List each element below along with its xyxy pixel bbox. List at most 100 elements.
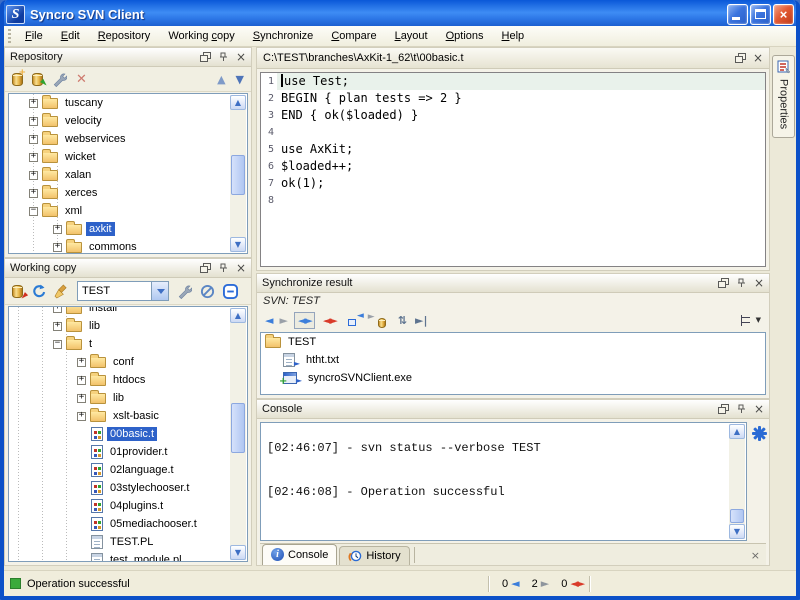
console-output[interactable]: [02:46:07] - svn status --verbose TEST [… [260,422,747,541]
expander-icon[interactable] [53,322,62,331]
move-up-icon[interactable]: ▲ [217,73,225,86]
clear-console-icon[interactable] [752,426,767,446]
menu-synchronize[interactable]: Synchronize [244,28,323,44]
float-icon[interactable] [200,52,211,62]
menu-grip[interactable] [7,29,12,43]
tree-item[interactable]: test_module.pl [9,551,247,562]
tree-item[interactable]: conf [9,353,247,371]
expander-icon[interactable] [29,117,38,126]
scroll-down-icon[interactable]: ▼ [230,545,246,560]
code-line[interactable]: 2BEGIN { plan tests => 2 } [261,90,765,107]
scroll-up-icon[interactable]: ▲ [729,424,745,439]
incoming-arrow-icon[interactable]: ◄ [265,314,271,327]
float-icon[interactable] [735,53,746,63]
pin-icon[interactable] [218,263,229,274]
close-panel-icon[interactable]: × [754,278,764,288]
menu-help[interactable]: Help [493,28,534,44]
close-panel-icon[interactable]: × [754,404,764,414]
tree-item[interactable]: xalan [9,166,247,184]
pin-icon[interactable] [218,52,229,63]
next-change-icon[interactable]: ►| [415,314,427,327]
code-line[interactable]: 6$loaded++; [261,158,765,175]
close-panel-icon[interactable]: × [236,52,246,62]
tree-item[interactable]: 04plugins.t [9,497,247,515]
commit-icon[interactable]: ► [12,285,23,298]
tree-item[interactable]: ►htht.txt [261,351,765,369]
tree-item[interactable]: install [9,306,247,317]
scroll-up-icon[interactable]: ▲ [230,95,246,110]
tree-item[interactable]: t [9,335,247,353]
menu-layout[interactable]: Layout [386,28,437,44]
wrench-icon[interactable] [177,284,192,299]
scroll-down-icon[interactable]: ▼ [230,237,246,252]
menu-working-copy[interactable]: Working copy [159,28,243,44]
wrench-icon[interactable] [52,72,67,87]
tree-item[interactable]: TEST.PL [9,533,247,551]
tree-item[interactable]: lib [9,389,247,407]
tree-item[interactable]: xerces [9,184,247,202]
expander-icon[interactable] [53,306,62,313]
close-tab-icon[interactable]: × [751,549,760,565]
expander-icon[interactable] [53,243,62,252]
scroll-thumb[interactable] [231,403,245,453]
in-out-arrow-icon[interactable]: ◄► [294,312,315,329]
conflict-arrow-icon[interactable]: ◄► [323,314,336,327]
float-icon[interactable] [718,404,729,414]
code-line[interactable]: 4 [261,124,765,141]
tree-item[interactable]: htdocs [9,371,247,389]
working-copy-panel-header[interactable]: Working copy × [5,259,251,278]
close-panel-icon[interactable]: × [236,263,246,273]
tree-item[interactable]: 02language.t [9,461,247,479]
scroll-down-icon[interactable]: ▼ [729,524,745,539]
close-button[interactable]: × [773,4,794,25]
code-editor[interactable]: 1use Test; 2BEGIN { plan tests => 2 } 3E… [260,72,766,267]
properties-tab[interactable]: Properties [772,55,795,138]
code-line[interactable]: 3END { ok($loaded) } [261,107,765,124]
tree-item-selected[interactable]: 00basic.t [9,425,247,443]
close-editor-icon[interactable]: × [753,53,763,63]
tree-item[interactable]: 05mediachooser.t [9,515,247,533]
tree-item[interactable]: velocity [9,112,247,130]
code-line[interactable]: 5use AxKit; [261,141,765,158]
tree-view-toggle[interactable]: ▼ [741,315,761,326]
tree-item[interactable]: +►syncroSVNClient.exe [261,369,765,387]
code-line[interactable]: 8 [261,192,765,209]
menu-compare[interactable]: Compare [322,28,385,44]
remove-icon[interactable]: ✕ [76,73,87,86]
editor-header[interactable]: C:\TEST\branches\AxKit-1_62\t\00basic.t … [257,48,769,69]
repository-scrollbar[interactable]: ▲ ▼ [230,95,246,252]
maximize-button[interactable] [750,4,771,25]
chevron-down-icon[interactable] [151,282,168,300]
tree-item[interactable]: lib [9,317,247,335]
pin-icon[interactable] [736,278,747,289]
collapse-all-icon[interactable] [223,284,238,299]
console-panel-header[interactable]: Console × [257,400,769,419]
expander-icon[interactable] [53,340,62,349]
expander-icon[interactable] [29,99,38,108]
checkout-icon[interactable]: ► [32,73,43,86]
expander-icon[interactable] [29,189,38,198]
code-line[interactable]: 7ok(1); [261,175,765,192]
pin-icon[interactable] [736,404,747,415]
tree-item[interactable]: wicket [9,148,247,166]
tree-item[interactable]: commons [9,238,247,254]
menu-file[interactable]: File [16,28,52,44]
tree-item[interactable]: TEST [261,333,765,351]
block-icon[interactable] [200,284,215,299]
expander-icon[interactable] [77,376,86,385]
working-copy-selector[interactable]: TEST [77,281,169,301]
scroll-thumb[interactable] [231,155,245,195]
refresh-icon[interactable] [31,284,46,299]
tree-item[interactable]: xml [9,202,247,220]
expander-icon[interactable] [77,358,86,367]
minimize-button[interactable] [727,4,748,25]
expander-icon[interactable] [29,135,38,144]
new-repository-icon[interactable]: + [12,73,23,86]
expander-icon[interactable] [53,225,62,234]
update-icon[interactable]: ◄ [348,314,362,326]
scroll-thumb[interactable] [730,509,744,523]
scroll-up-icon[interactable]: ▲ [230,308,246,323]
console-scrollbar[interactable]: ▲ ▼ [729,424,745,539]
synchronize-panel-header[interactable]: Synchronize result × [257,274,769,293]
repository-panel-header[interactable]: Repository × [5,48,251,67]
